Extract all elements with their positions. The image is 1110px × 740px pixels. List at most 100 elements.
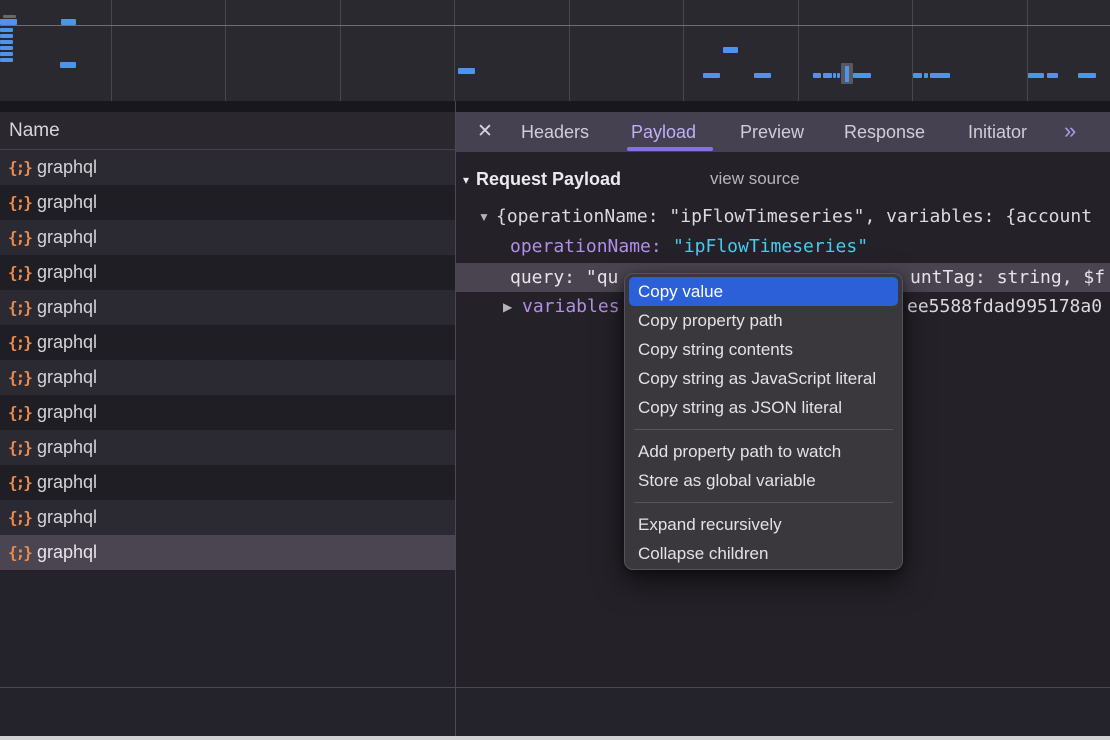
timeline-gridline [1027, 0, 1028, 101]
waterfall-bar [813, 73, 821, 78]
payload-root-row[interactable]: ▼ {operationName: "ipFlowTimeseries", va… [456, 202, 1110, 231]
menu-item-copy-value[interactable]: Copy value [629, 277, 898, 306]
request-row[interactable]: {;}graphql [0, 220, 455, 255]
waterfall-bar [60, 62, 76, 68]
tab-preview[interactable]: Preview [740, 112, 804, 152]
expand-triangle-icon[interactable]: ▶ [503, 293, 512, 321]
context-menu: Copy value Copy property path Copy strin… [624, 273, 903, 570]
waterfall-bar [0, 40, 13, 44]
waterfall-bar [754, 73, 771, 78]
timeline-gridline [454, 0, 455, 101]
request-name: graphql [37, 325, 97, 360]
request-row[interactable]: {;}graphql [0, 465, 455, 500]
query-fragment-right: untTag: string, $f [910, 263, 1105, 292]
waterfall-bar [1028, 73, 1044, 78]
tab-payload[interactable]: Payload [631, 112, 696, 152]
waterfall-bar [853, 73, 871, 78]
waterfall-bar [913, 73, 922, 78]
waterfall-bar [837, 73, 840, 78]
waterfall-bar [930, 73, 950, 78]
menu-item-copy-string-contents[interactable]: Copy string contents [629, 335, 898, 364]
request-name: graphql [37, 185, 97, 220]
request-row[interactable]: {;}graphql [0, 325, 455, 360]
waterfall-bar [703, 73, 720, 78]
timeline-gridline [683, 0, 684, 101]
tab-response[interactable]: Response [844, 112, 925, 152]
waterfall-bar [823, 73, 832, 78]
request-payload-section: ▾ Request Payload view source [456, 166, 1110, 192]
json-braces-icon: {;} [8, 500, 34, 535]
request-row[interactable]: {;}graphql [0, 255, 455, 290]
waterfall-bar [833, 73, 836, 78]
request-row-selected[interactable]: {;}graphql [0, 535, 455, 570]
overview-bottom-strip [0, 101, 1110, 112]
view-source-link[interactable]: view source [710, 166, 800, 192]
waterfall-bar [0, 19, 17, 25]
timeline-selection-marker[interactable] [841, 63, 853, 84]
menu-item-add-property-path-watch[interactable]: Add property path to watch [629, 437, 898, 466]
close-icon[interactable]: ✕ [477, 112, 493, 152]
payload-operationname-row[interactable]: operationName: "ipFlowTimeseries" [456, 232, 1110, 261]
waterfall-bar [1047, 73, 1058, 78]
menu-item-collapse-children[interactable]: Collapse children [629, 539, 898, 568]
json-braces-icon: {;} [8, 465, 34, 500]
json-braces-icon: {;} [8, 430, 34, 465]
timeline-ruler-line [0, 25, 1110, 26]
timeline-gridline [798, 0, 799, 101]
tab-initiator[interactable]: Initiator [968, 112, 1027, 152]
json-braces-icon: {;} [8, 220, 34, 255]
request-row[interactable]: {;}graphql [0, 150, 455, 185]
footer-divider [0, 687, 1110, 688]
json-braces-icon: {;} [8, 395, 34, 430]
menu-divider [625, 495, 902, 510]
menu-divider [625, 422, 902, 437]
network-overview-timeline[interactable] [0, 0, 1110, 101]
section-collapse-icon[interactable]: ▾ [463, 167, 469, 193]
timeline-gridline [340, 0, 341, 101]
property-value: "ipFlowTimeseries" [673, 232, 868, 261]
json-braces-icon: {;} [8, 535, 34, 570]
request-name: graphql [37, 535, 97, 570]
tab-headers[interactable]: Headers [521, 112, 589, 152]
devtools-network-panel: Name {;}graphql {;}graphql {;}graphql {;… [0, 0, 1110, 740]
request-row[interactable]: {;}graphql [0, 500, 455, 535]
menu-item-copy-property-path[interactable]: Copy property path [629, 306, 898, 335]
waterfall-bar [0, 58, 13, 62]
json-braces-icon: {;} [8, 325, 34, 360]
expand-triangle-icon[interactable]: ▼ [478, 203, 490, 231]
waterfall-bar [723, 47, 738, 53]
waterfall-bar [0, 28, 13, 32]
json-braces-icon: {;} [8, 290, 34, 325]
json-braces-icon: {;} [8, 150, 34, 185]
detail-tab-bar: ✕ Headers Payload Preview Response Initi… [456, 112, 1110, 152]
waterfall-bar [61, 19, 76, 25]
json-braces-icon: {;} [8, 255, 34, 290]
more-tabs-icon[interactable]: » [1064, 112, 1073, 152]
request-row[interactable]: {;}graphql [0, 360, 455, 395]
request-name: graphql [37, 360, 97, 395]
payload-root-preview: {operationName: "ipFlowTimeseries", vari… [496, 202, 1092, 231]
request-name: graphql [37, 290, 97, 325]
menu-item-copy-string-js-literal[interactable]: Copy string as JavaScript literal [629, 364, 898, 393]
waterfall-bar [924, 73, 928, 78]
request-name: graphql [37, 395, 97, 430]
request-row[interactable]: {;}graphql [0, 395, 455, 430]
requests-list-panel: Name {;}graphql {;}graphql {;}graphql {;… [0, 112, 455, 687]
menu-item-expand-recursively[interactable]: Expand recursively [629, 510, 898, 539]
menu-item-store-global-variable[interactable]: Store as global variable [629, 466, 898, 495]
menu-item-copy-string-json-literal[interactable]: Copy string as JSON literal [629, 393, 898, 422]
name-column-header[interactable]: Name [0, 112, 455, 150]
request-row[interactable]: {;}graphql [0, 185, 455, 220]
variables-fragment-right: ee5588fdad995178a0 [907, 292, 1102, 321]
request-row[interactable]: {;}graphql [0, 290, 455, 325]
json-braces-icon: {;} [8, 360, 34, 395]
json-braces-icon: {;} [8, 185, 34, 220]
request-row[interactable]: {;}graphql [0, 430, 455, 465]
property-key: variables [522, 292, 620, 321]
request-name: graphql [37, 255, 97, 290]
waterfall-bar [0, 46, 13, 50]
request-name: graphql [37, 430, 97, 465]
waterfall-bar [0, 34, 13, 38]
request-name: graphql [37, 150, 97, 185]
window-bottom-edge [0, 736, 1110, 740]
